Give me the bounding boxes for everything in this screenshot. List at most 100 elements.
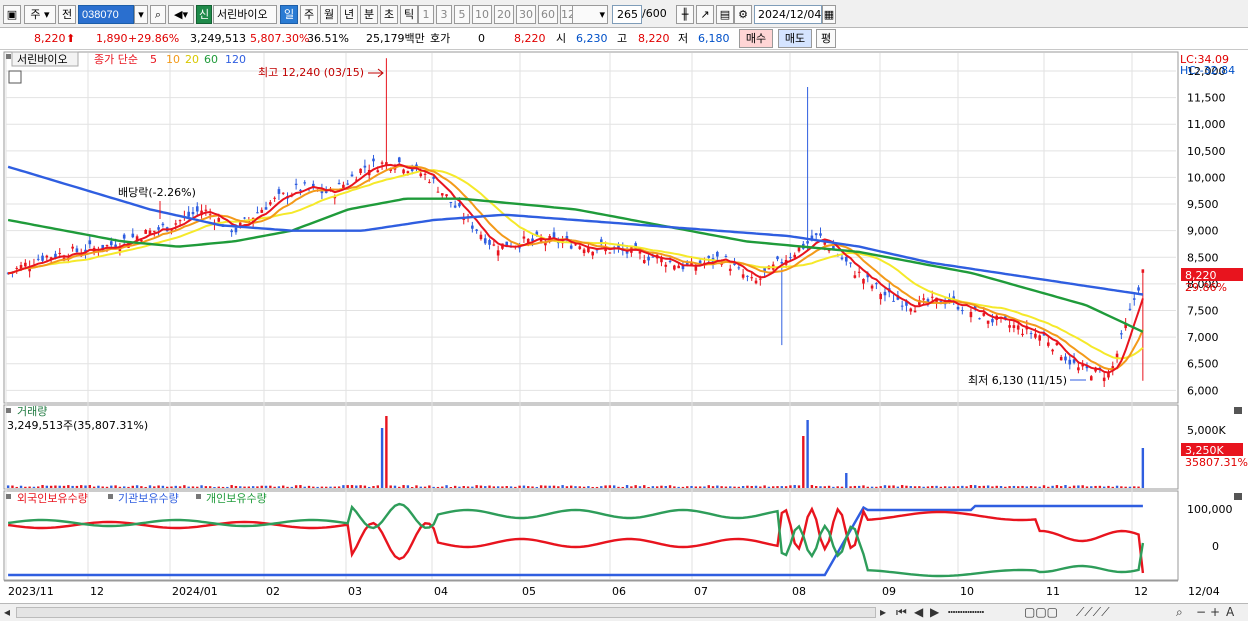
volume-bar xyxy=(256,486,259,488)
volume-bar xyxy=(784,486,788,488)
gear-icon[interactable]: ⚙ xyxy=(734,5,752,24)
candle-body xyxy=(15,267,19,269)
prev-page-icon[interactable]: ◀ xyxy=(914,604,923,620)
holding-close-icon[interactable] xyxy=(1234,493,1242,500)
stock-chart[interactable]: 12,00011,50011,00010,50010,0009,5009,000… xyxy=(0,51,1248,604)
volume-bar xyxy=(1064,485,1067,488)
speaker-icon[interactable]: ◀▾ xyxy=(168,5,194,24)
candle-body xyxy=(797,247,801,252)
volume-bar xyxy=(458,486,461,488)
volume-collapse-icon[interactable] xyxy=(6,408,11,413)
period-tab-6[interactable]: 틱 xyxy=(400,5,418,24)
candle-body xyxy=(840,257,844,260)
interval-button-2[interactable]: 5 xyxy=(454,5,470,24)
volume-bar xyxy=(883,485,887,488)
draw-tool-icon[interactable]: ↗ xyxy=(696,5,714,24)
buy-button[interactable]: 매수 xyxy=(739,29,773,48)
volume-bar xyxy=(741,486,745,488)
interval-button-1[interactable]: 3 xyxy=(436,5,452,24)
volume-bar xyxy=(144,486,147,488)
zoom-in-icon[interactable]: + xyxy=(1210,604,1220,620)
volume-bar xyxy=(991,486,994,488)
volume-bar xyxy=(1120,486,1123,488)
panel-collapse-icon[interactable] xyxy=(6,54,11,59)
scroll-left-icon[interactable]: ◂ xyxy=(4,604,10,620)
period-tab-5[interactable]: 초 xyxy=(380,5,398,24)
scroll-bar[interactable]: ◂ ▸ ⏮ ◀ ▶ ┅┅┅┅┅ ▢▢▢ ⟋⟋⟋⟋ ⌕ − + A xyxy=(0,603,1248,621)
stock-code-input[interactable] xyxy=(78,5,134,24)
volume-bar xyxy=(501,486,504,488)
volume-bar xyxy=(303,486,306,488)
volume-bar xyxy=(71,485,74,488)
grid-toggle-icon[interactable] xyxy=(8,70,22,84)
market-select[interactable]: 주 ▾ xyxy=(24,5,56,24)
calendar-icon[interactable]: ▦ xyxy=(822,5,836,24)
code-dropdown-icon[interactable]: ▾ xyxy=(134,5,148,24)
low-note: 최저 6,130 (11/15) xyxy=(968,374,1067,387)
window-icon[interactable]: ▣ xyxy=(3,5,21,24)
interval-button-4[interactable]: 20 xyxy=(494,5,514,24)
volume-bar xyxy=(943,486,947,488)
zoom-icon[interactable]: ⌕ xyxy=(1176,604,1183,620)
eval-button[interactable]: 평 xyxy=(816,29,836,48)
holding-collapse-icon[interactable] xyxy=(6,494,11,499)
count-input[interactable]: 265 xyxy=(612,5,642,24)
candle-body xyxy=(376,170,380,173)
date-input[interactable]: 2024/12/04 xyxy=(754,5,822,24)
chart-type-icon[interactable]: ╫ xyxy=(676,5,694,24)
volume-bar xyxy=(196,486,199,488)
first-page-icon[interactable]: ⏮ xyxy=(896,604,907,620)
interval-button-5[interactable]: 30 xyxy=(516,5,536,24)
candle-body xyxy=(582,249,586,254)
volume-bar xyxy=(866,486,869,488)
prev-button[interactable]: 전 xyxy=(58,5,76,24)
stock-name: 서린바이오 xyxy=(213,5,277,24)
zoom-out-icon[interactable]: − xyxy=(1196,604,1206,620)
volume-bar xyxy=(999,486,1003,488)
candle-body xyxy=(372,158,375,162)
volume-bar xyxy=(677,486,680,488)
tools-icon[interactable]: ⟋⟋⟋⟋ xyxy=(1076,604,1110,620)
hc-label: HC:-32.84 xyxy=(1180,64,1235,77)
hoga-value: 0 xyxy=(478,32,485,45)
turnover-pct: 36.51% xyxy=(307,32,349,45)
interval-button-3[interactable]: 10 xyxy=(472,5,492,24)
volume-bar xyxy=(410,486,414,488)
volume-bar xyxy=(342,485,345,488)
period-tab-3[interactable]: 년 xyxy=(340,5,358,24)
zoom-range-icon[interactable]: ┅┅┅┅┅ xyxy=(948,604,984,620)
save-icon[interactable]: ▤ xyxy=(716,5,734,24)
search-icon[interactable]: ⌕ xyxy=(150,5,166,24)
volume-bar xyxy=(849,486,852,488)
candle-body xyxy=(1068,359,1072,365)
period-tab-2[interactable]: 월 xyxy=(320,5,338,24)
volume-bar xyxy=(857,485,861,488)
volume-close-icon[interactable] xyxy=(1234,407,1242,414)
candle-body xyxy=(956,306,960,310)
scroll-track[interactable] xyxy=(16,607,876,618)
candle-body xyxy=(1120,333,1123,335)
interval-button-0[interactable]: 1 xyxy=(418,5,434,24)
legend-ma5: 5 xyxy=(150,53,157,66)
open-label: 시 xyxy=(556,32,567,45)
x-axis-label: 05 xyxy=(522,585,536,598)
next-page-icon[interactable]: ▶ xyxy=(930,604,939,620)
volume-bar xyxy=(780,486,784,488)
sell-button[interactable]: 매도 xyxy=(778,29,812,48)
volume-bar xyxy=(514,486,517,488)
period-tab-4[interactable]: 분 xyxy=(360,5,378,24)
layout-icon[interactable]: ▢▢▢ xyxy=(1024,604,1058,620)
interval-dropdown[interactable]: ▾ xyxy=(572,5,608,24)
volume-bar xyxy=(1115,485,1119,488)
volume-bar xyxy=(6,485,10,488)
period-tab-0[interactable]: 일 xyxy=(280,5,298,24)
scroll-right-icon[interactable]: ▸ xyxy=(880,604,886,620)
volume-bar xyxy=(1068,486,1071,488)
volume-bar xyxy=(453,485,457,488)
font-icon[interactable]: A xyxy=(1226,604,1234,620)
interval-button-6[interactable]: 60 xyxy=(538,5,558,24)
volume-bar xyxy=(37,486,40,488)
period-tab-1[interactable]: 주 xyxy=(300,5,318,24)
candle-body xyxy=(337,182,341,185)
volume-bar xyxy=(974,485,977,488)
